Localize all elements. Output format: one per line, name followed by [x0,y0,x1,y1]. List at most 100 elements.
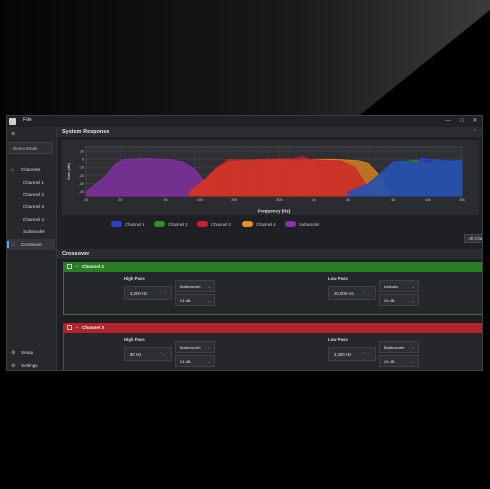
low-pass-frequency-input[interactable]: 3,200 Hz. ⌃⌄ [328,347,376,361]
y-tick-label: 10 [80,149,84,153]
legend-label: Channel 2 [168,222,188,227]
sidebar-item-label: Channel 4 [23,217,44,222]
legend-label: Channel 4 [256,222,276,227]
filter-type-value: Butterworth [180,345,201,350]
sidebar-item-label: Channel 2 [23,192,44,197]
sidebar-item-label: Settings [21,363,38,368]
high-pass-frequency-input[interactable]: 80 Hz. ⌃⌄ [124,347,172,361]
card-header: ⌄ Channel 3 [63,323,482,332]
sidebar-item-label: Subwoofer [23,229,45,234]
chart-svg: -40 -30 -20 -10 0 10 10 20 50 100 200 500 1k 2k 5k 10k 2… [66,146,465,214]
spinner-icon[interactable]: ⌃⌄ [363,291,371,295]
x-tick-label: 5k [392,198,396,202]
sidebar-item-label: Setup [21,350,34,355]
crossover-card-channel-3: ⌄ Channel 3 High Pass 80 Hz. ⌃⌄ Butterworth ⌄ 2… [63,323,482,370]
legend-label: Channel 1 [125,222,145,227]
filter-type-value: Linkwitz [384,284,399,289]
y-tick-label: 0 [82,157,84,161]
sidebar-item-channel-1[interactable]: Channel 1 [7,177,55,188]
chevron-down-icon[interactable]: ⌄ [75,263,79,269]
file-menu[interactable]: File [23,117,32,123]
legend-label: Channel 3 [211,222,231,227]
x-tick-label: 500 [277,198,283,202]
card-body: High Pass 80 Hz. ⌃⌄ Butterworth ⌄ 24 dB. ⌄ Low … [63,332,482,370]
low-pass-frequency-input[interactable]: 20,000 Hz. ⌃⌄ [328,286,376,300]
x-axis-label: Frequency (Hz) [258,209,291,214]
spinner-icon[interactable]: ⌃⌄ [159,352,167,356]
sidebar-item-channel-2[interactable]: Channel 2 [7,189,55,200]
chevron-down-icon: ⌄ [411,358,415,364]
all-channels-button[interactable]: All Channels [464,234,482,243]
chevron-down-icon[interactable]: ⌄ [75,324,79,330]
high-pass-slope-select[interactable]: 24 dB. ⌄ [175,355,215,367]
device-mode-label: Demo Mode [13,145,38,151]
slope-value: 24 dB. [384,359,396,364]
spinner-icon[interactable]: ⌃⌄ [159,291,167,295]
low-pass-type-select[interactable]: Linkwitz ⌄ [379,280,419,292]
slope-value: 24 dB. [180,359,192,364]
gear-icon: ⚙ [11,362,16,369]
enable-checkbox[interactable] [67,263,72,269]
y-axis-label: Gain (dB) [66,162,71,180]
card-body: High Pass 3,200 Hz. ⌃⌄ Butterworth ⌄ 24 dB. ⌄ L… [63,271,482,315]
frequency-value: 3,200 Hz. [130,291,149,296]
title-bar: File — □ ✕ [7,116,482,127]
sidebar-item-settings[interactable]: ⚙ Settings [7,360,55,370]
enable-checkbox[interactable] [67,324,72,330]
sidebar-item-subwoofer[interactable]: Subwoofer [7,226,55,237]
sidebar-item-channels[interactable]: ⌂ Channels [7,164,55,175]
legend-swatch [197,221,208,227]
chevron-down-icon: ⌄ [207,283,211,289]
legend-swatch [154,221,165,227]
low-pass-type-select[interactable]: Butterworth ⌄ [379,341,419,353]
x-tick-label: 20 [118,198,122,202]
sidebar: ≡ Demo Mode ⌂ Channels Channel 1 Channel… [7,127,57,370]
x-tick-label: 200 [231,198,237,202]
y-tick-label: -10 [79,166,84,170]
x-tick-label: 100 [197,198,203,202]
sidebar-item-channel-3[interactable]: Channel 3 [7,201,55,212]
sidebar-item-label: Channel 3 [23,204,44,209]
maximize-button[interactable]: □ [456,116,468,127]
high-pass-label: High Pass [124,276,145,281]
chevron-down-icon: ⌄ [207,344,211,350]
low-pass-slope-select[interactable]: 24 dB. ⌄ [379,355,419,367]
x-tick-label: 10k [425,198,431,202]
x-tick-label: 20k [459,198,465,202]
frequency-value: 3,200 Hz. [334,352,353,357]
x-tick-label: 1k [312,198,316,202]
high-pass-type-select[interactable]: Butterworth ⌄ [175,341,215,353]
low-pass-label: Low Pass [328,276,348,281]
setup-icon: ⚙ [11,349,16,356]
system-response-chart: -40 -30 -20 -10 0 10 10 20 50 100 200 500 1k 2k 5k 10k 2… [62,140,479,215]
filter-type-value: Butterworth [384,345,405,350]
high-pass-slope-select[interactable]: 24 dB. ⌄ [175,294,215,306]
high-pass-type-select[interactable]: Butterworth ⌄ [175,280,215,292]
sidebar-item-label: Channel 1 [23,180,44,185]
sidebar-item-channel-4[interactable]: Channel 4 [7,214,55,225]
system-response-title: System Response [62,129,110,135]
x-tick-label: 2k [346,198,350,202]
high-pass-frequency-input[interactable]: 3,200 Hz. ⌃⌄ [124,286,172,300]
legend-swatch [285,221,296,227]
spinner-icon[interactable]: ⌃⌄ [363,352,371,356]
sidebar-item-setup[interactable]: ⚙ Setup [7,347,55,358]
slope-value: 24 dB. [384,298,396,303]
low-pass-slope-select[interactable]: 24 dB. ⌄ [379,294,419,306]
sidebar-item-crossover[interactable]: ⤫ Crossover [7,239,55,250]
x-tick-label: 50 [164,198,168,202]
frequency-value: 20,000 Hz. [334,291,355,296]
app-window: File — □ ✕ ≡ Demo Mode ⌂ Channels Channe… [6,115,483,371]
chart-legend: Channel 1 Channel 2 Channel 3 Channel 4 Subw… [57,219,482,231]
hamburger-icon[interactable]: ≡ [11,131,15,138]
collapse-icon[interactable]: ⌃ [473,129,477,135]
device-mode-select[interactable]: Demo Mode [9,142,53,154]
y-tick-label: -40 [79,190,84,194]
minimize-button[interactable]: — [442,116,454,127]
system-response-header: System Response ⌃ [57,127,482,137]
legend-swatch [111,221,122,227]
crossover-icon: ⤫ [11,241,16,248]
close-button[interactable]: ✕ [469,116,481,127]
legend-label: Subwoofer [299,222,320,227]
home-icon: ⌂ [11,166,15,173]
